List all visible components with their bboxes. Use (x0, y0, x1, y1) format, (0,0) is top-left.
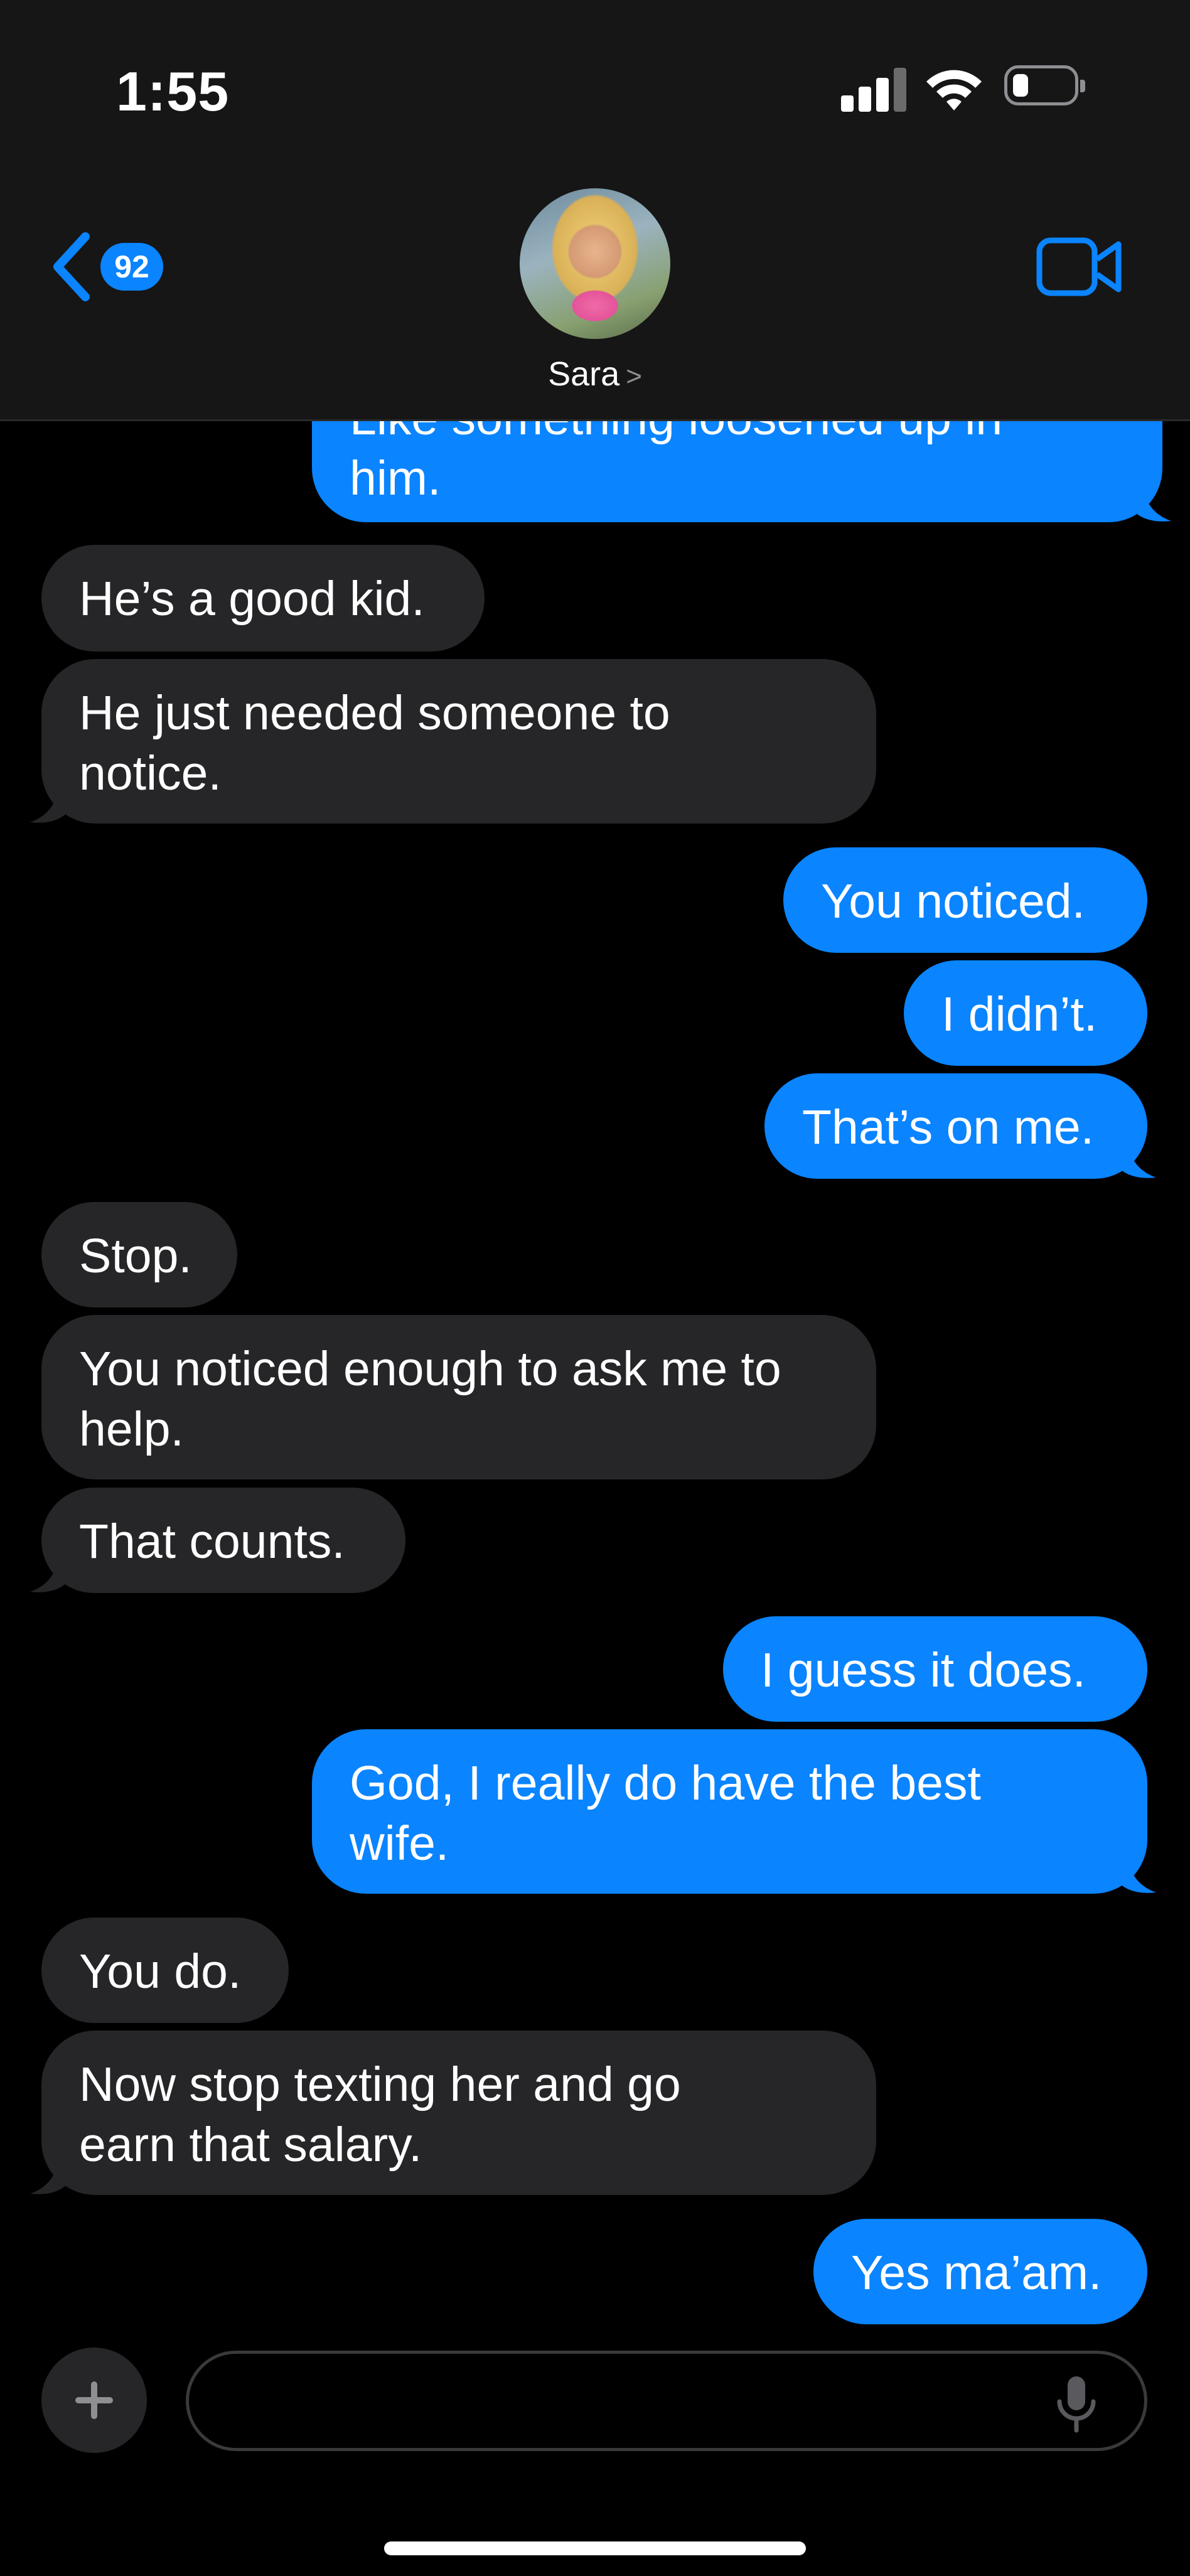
conversation-header: 1:55 92 Sara > (0, 0, 1190, 421)
message-input[interactable] (186, 2351, 1147, 2451)
wifi-icon (926, 70, 982, 110)
incoming-message-bubble[interactable]: Now stop texting her and go earn that sa… (41, 2031, 876, 2195)
unread-count-badge: 92 (100, 243, 163, 291)
contact-name: Sara (548, 355, 620, 393)
contact-avatar[interactable] (520, 188, 670, 339)
outgoing-message-bubble[interactable]: I didn’t. (904, 960, 1147, 1066)
incoming-message-bubble[interactable]: You do. (41, 1918, 289, 2023)
battery-icon (1004, 65, 1085, 105)
incoming-message-bubble[interactable]: You noticed enough to ask me to help. (41, 1315, 876, 1479)
outgoing-message-bubble[interactable]: That’s on me. (764, 1073, 1147, 1179)
back-button[interactable]: 92 (49, 229, 174, 304)
bubble-tail (1135, 485, 1171, 522)
outgoing-message-bubble[interactable]: You noticed. (783, 847, 1147, 953)
bubble-tail (30, 1555, 67, 1592)
bubble-tail (1120, 1856, 1156, 1893)
outgoing-message-bubble[interactable]: I guess it does. (723, 1616, 1147, 1722)
bubble-tail (1120, 1141, 1156, 1178)
contact-name-button[interactable]: Sara > (0, 355, 1190, 394)
incoming-message-bubble[interactable]: That counts. (41, 1488, 405, 1593)
incoming-message-bubble[interactable]: He’s a good kid. (41, 545, 485, 652)
bubble-tail (30, 786, 67, 823)
cellular-signal-icon (841, 68, 907, 112)
video-camera-icon[interactable] (1036, 235, 1123, 298)
plus-button[interactable] (41, 2348, 147, 2453)
microphone-icon[interactable] (1054, 2374, 1098, 2437)
home-indicator (384, 2541, 806, 2555)
chevron-left-icon (53, 232, 90, 301)
outgoing-message-bubble[interactable]: God, I really do have the best wife. (312, 1729, 1147, 1894)
incoming-message-bubble[interactable]: Stop. (41, 1202, 237, 1307)
chevron-right-icon: > (626, 361, 642, 392)
bubble-tail (30, 2157, 67, 2194)
outgoing-message-bubble[interactable]: Yes ma’am. (813, 2219, 1147, 2324)
status-time: 1:55 (116, 60, 230, 122)
incoming-message-bubble[interactable]: He just needed someone to notice. (41, 659, 876, 824)
